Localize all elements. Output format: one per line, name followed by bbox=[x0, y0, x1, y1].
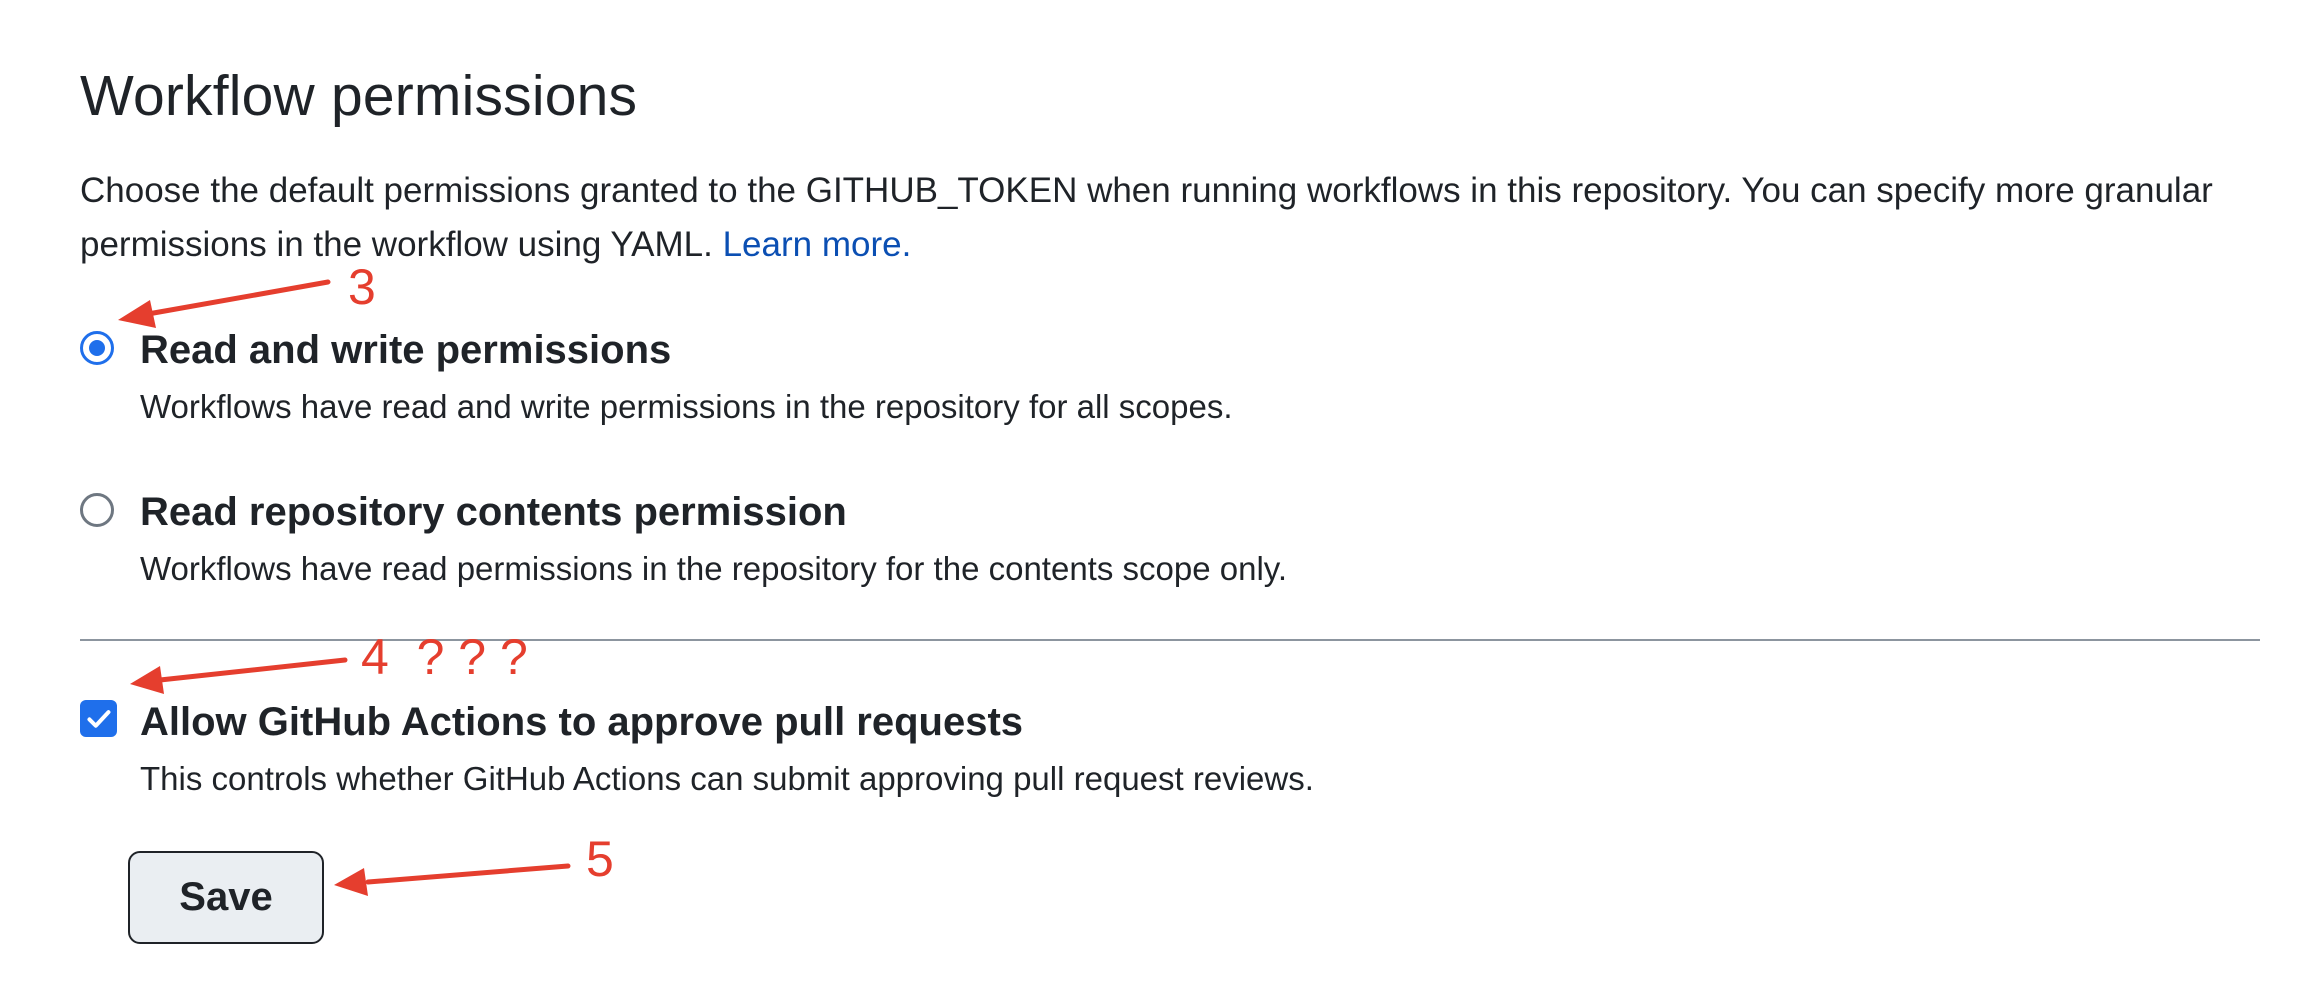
annotation-arrows bbox=[118, 279, 571, 896]
arrow-5 bbox=[365, 863, 571, 885]
arrow-3 bbox=[145, 279, 331, 317]
annotation-4: 4 ? ? ? bbox=[361, 629, 528, 685]
arrow-4-head bbox=[130, 666, 164, 694]
arrow-3-head bbox=[118, 300, 156, 328]
annotation-5: 5 bbox=[586, 831, 614, 887]
arrow-4 bbox=[157, 657, 348, 683]
arrow-5-head bbox=[334, 868, 368, 896]
annotation-3: 3 bbox=[348, 259, 376, 315]
